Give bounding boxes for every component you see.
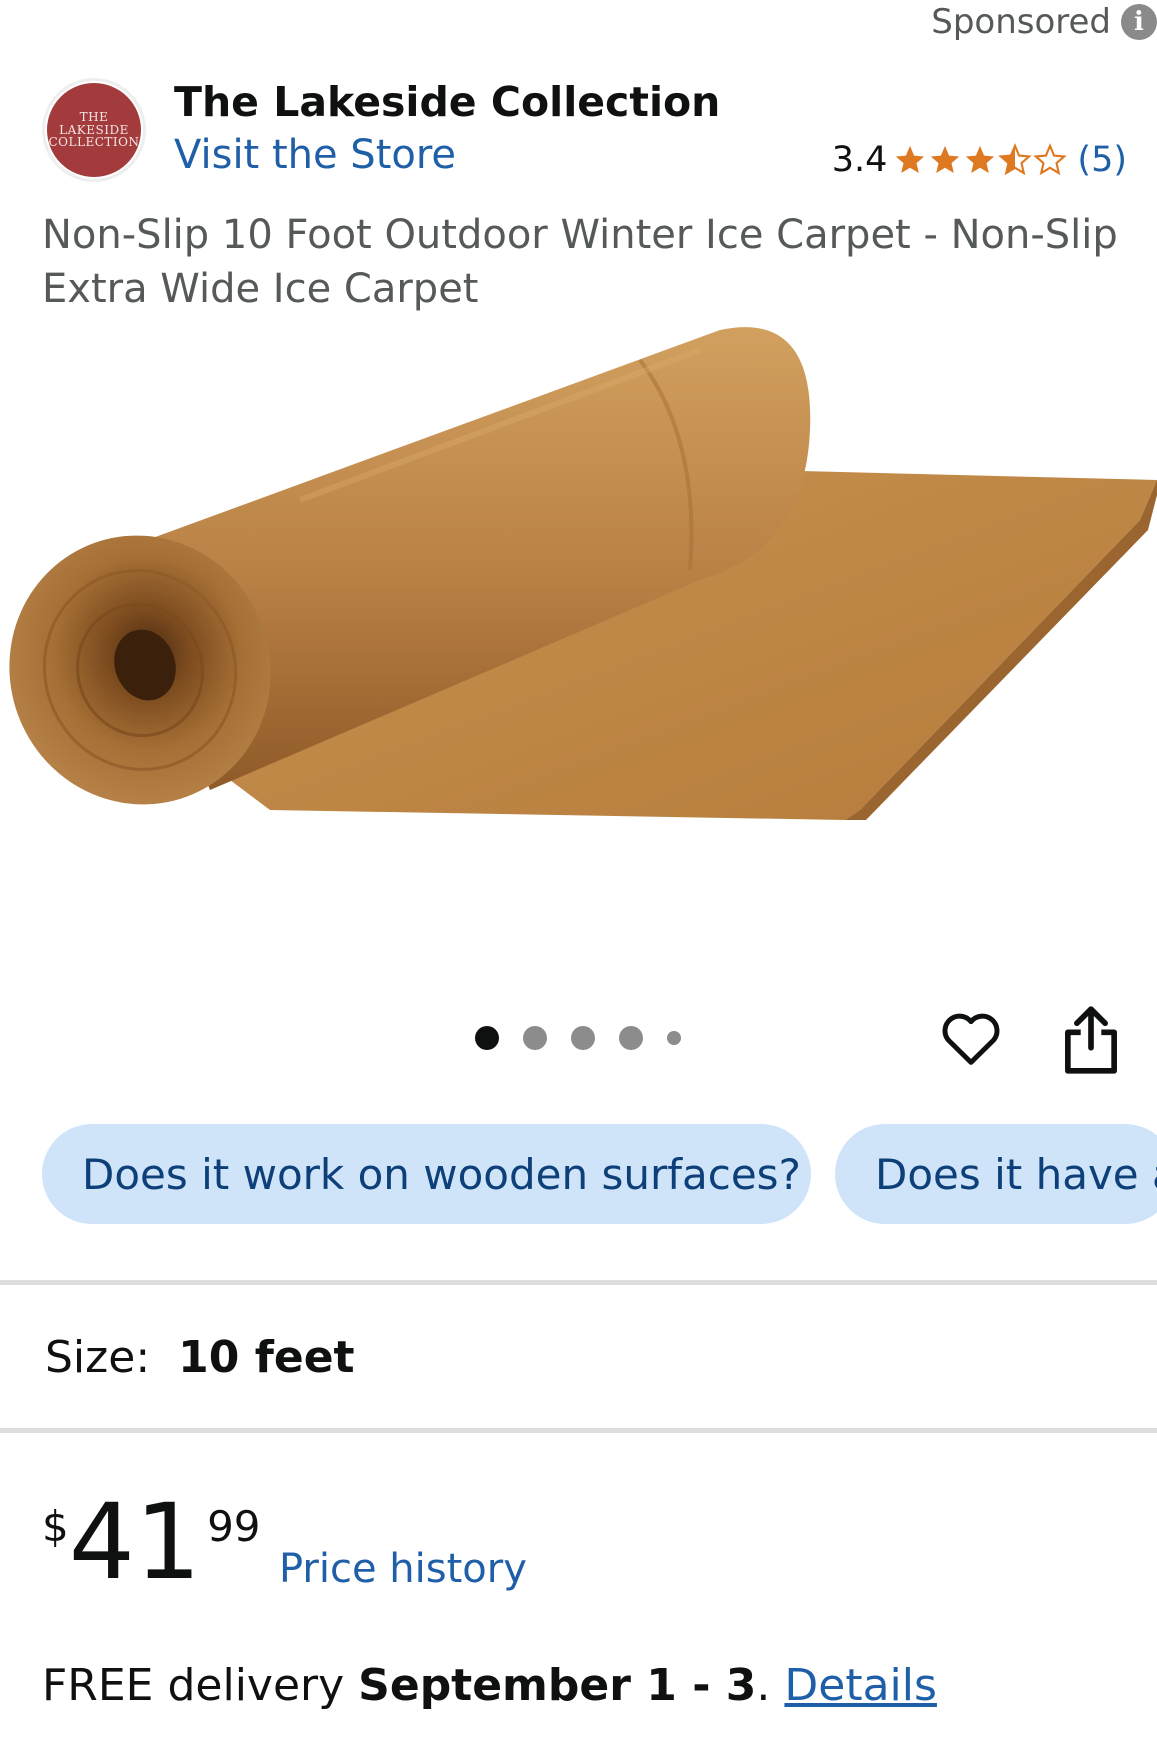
carousel-dot[interactable] <box>619 1026 643 1050</box>
sponsored-text: Sponsored <box>931 2 1111 42</box>
carousel-dot[interactable] <box>523 1026 547 1050</box>
visit-store-link[interactable]: Visit the Store <box>174 132 456 178</box>
product-title: Non-Slip 10 Foot Outdoor Winter Ice Carp… <box>42 212 1118 312</box>
carousel-dot[interactable] <box>571 1026 595 1050</box>
rating-count[interactable]: (5) <box>1077 140 1127 180</box>
carousel-dot-active[interactable] <box>475 1026 499 1050</box>
star-full-icon <box>931 145 960 174</box>
price-fraction: 99 <box>207 1502 261 1551</box>
delivery-separator: . <box>756 1660 771 1711</box>
info-icon[interactable]: i <box>1121 4 1157 40</box>
delivery-prefix: FREE delivery <box>42 1660 345 1711</box>
price-whole: 41 <box>68 1481 202 1603</box>
product-image[interactable] <box>0 320 1157 940</box>
delivery-date: September 1 - 3 <box>358 1660 757 1711</box>
rating-value: 3.4 <box>831 140 888 180</box>
price: $ 41 99 <box>42 1490 261 1594</box>
store-logo[interactable]: THE LAKESIDE COLLECTION <box>42 78 146 182</box>
image-carousel-dots[interactable] <box>475 1026 681 1050</box>
star-half-icon <box>998 143 1033 176</box>
question-chip[interactable]: Does it work on wooden surfaces? <box>42 1124 811 1224</box>
rating[interactable]: 3.4 (5) <box>832 138 1127 182</box>
divider <box>0 1428 1157 1433</box>
carousel-dot[interactable] <box>667 1031 681 1045</box>
divider <box>0 1280 1157 1285</box>
size-value: 10 feet <box>178 1332 355 1383</box>
price-symbol: $ <box>42 1502 69 1551</box>
star-full-icon <box>966 145 995 174</box>
question-chip[interactable]: Does it have a <box>835 1124 1157 1224</box>
rating-stars <box>893 143 1068 177</box>
price-history-link[interactable]: Price history <box>279 1546 527 1592</box>
size-selector[interactable]: Size: 10 feet <box>45 1332 355 1383</box>
share-icon[interactable] <box>1060 1004 1122 1076</box>
details-link[interactable]: Details <box>784 1660 937 1711</box>
delivery-info: FREE delivery September 1 - 3. Details <box>42 1660 937 1711</box>
star-full-icon <box>896 145 925 174</box>
store-logo-text: THE LAKESIDE COLLECTION <box>48 110 140 150</box>
heart-icon[interactable] <box>938 1006 1004 1072</box>
size-label: Size: <box>45 1332 151 1383</box>
store-name[interactable]: The Lakeside Collection <box>174 78 720 126</box>
sponsored-label-row[interactable]: Sponsored i <box>931 2 1157 42</box>
star-empty-icon <box>1033 143 1068 176</box>
